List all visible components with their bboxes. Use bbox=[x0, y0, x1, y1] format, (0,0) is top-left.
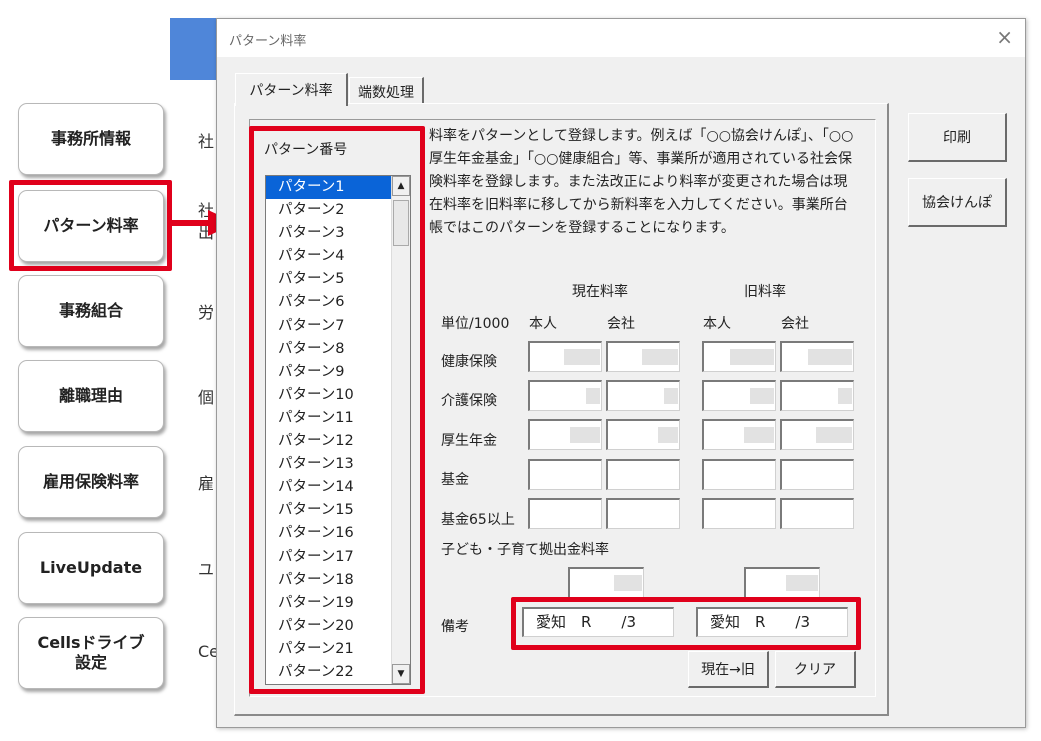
company-old-header: 会社 bbox=[781, 316, 809, 332]
employment-insurance-rate-label: 雇用保険料率 bbox=[42, 472, 139, 491]
health-current-company-field[interactable] bbox=[606, 341, 680, 372]
kyokai-kenpo-button[interactable]: 協会けんぽ bbox=[908, 178, 1007, 227]
close-icon[interactable]: × bbox=[996, 25, 1013, 49]
description-text: 料率をパターンとして登録します。例えば「○○協会けんぽ」、「○○厚生年金基金」「… bbox=[429, 128, 854, 236]
pension-old-person-field[interactable] bbox=[702, 419, 776, 450]
move-to-old-button[interactable]: 現在→旧 bbox=[688, 651, 769, 688]
child-contribution-old-field[interactable] bbox=[744, 567, 820, 598]
person-old-header: 本人 bbox=[703, 316, 731, 332]
care-old-person-field[interactable] bbox=[702, 380, 776, 411]
liveupdate-label: LiveUpdate bbox=[39, 558, 143, 577]
employment-insurance-rate-button[interactable]: 雇用保険料率 bbox=[18, 446, 164, 518]
fund-current-company-field[interactable] bbox=[606, 459, 680, 490]
separation-reason-desc: 個 bbox=[198, 388, 215, 407]
liveupdate-button[interactable]: LiveUpdate bbox=[18, 532, 164, 604]
pension-current-company-field[interactable] bbox=[606, 419, 680, 450]
row-label-pension: 厚生年金 bbox=[441, 433, 497, 449]
care-current-company-field[interactable] bbox=[606, 380, 680, 411]
fund65-old-person-field[interactable] bbox=[702, 498, 776, 529]
pension-old-company-field[interactable] bbox=[780, 419, 854, 450]
office-info-label: 事務所情報 bbox=[50, 129, 131, 148]
company-header: 会社 bbox=[607, 316, 635, 332]
fund65-old-company-field[interactable] bbox=[780, 498, 854, 529]
office-union-button[interactable]: 事務組合 bbox=[18, 275, 164, 347]
liveupdate-desc: ユ bbox=[198, 560, 215, 579]
highlight-frame-pattern-list bbox=[249, 126, 425, 694]
health-old-company-field[interactable] bbox=[780, 341, 854, 372]
separation-reason-label: 離職理由 bbox=[58, 386, 123, 405]
cells-drive-settings-label: Cellsドライブ 設定 bbox=[37, 633, 145, 672]
fund-current-person-field[interactable] bbox=[528, 459, 602, 490]
separation-reason-button[interactable]: 離職理由 bbox=[18, 360, 164, 432]
office-info-button[interactable]: 事務所情報 bbox=[18, 103, 164, 175]
fund65-current-company-field[interactable] bbox=[606, 498, 680, 529]
tab-rounding[interactable]: 端数処理 bbox=[349, 77, 424, 106]
row-label-care: 介護保険 bbox=[441, 393, 497, 409]
current-rate-header: 現在料率 bbox=[572, 284, 628, 300]
row-label-health: 健康保険 bbox=[441, 354, 497, 370]
print-button[interactable]: 印刷 bbox=[908, 113, 1007, 162]
row-label-fund: 基金 bbox=[441, 472, 469, 488]
highlight-frame-sidebar bbox=[9, 180, 172, 271]
person-header: 本人 bbox=[529, 316, 557, 332]
health-current-person-field[interactable] bbox=[528, 341, 602, 372]
office-union-label: 事務組合 bbox=[58, 301, 123, 320]
pension-current-person-field[interactable] bbox=[528, 419, 602, 450]
health-old-person-field[interactable] bbox=[702, 341, 776, 372]
dialog-titlebar: パターン料率 × bbox=[217, 19, 1025, 57]
fund-old-person-field[interactable] bbox=[702, 459, 776, 490]
row-label-fund65: 基金65以上 bbox=[441, 512, 515, 528]
old-rate-header: 旧料率 bbox=[744, 284, 786, 300]
tab-pattern-rate[interactable]: パターン料率 bbox=[235, 73, 348, 106]
unit-label: 単位/1000 bbox=[441, 316, 510, 332]
cells-drive-settings-button[interactable]: Cellsドライブ 設定 bbox=[18, 617, 164, 689]
dialog-title: パターン料率 bbox=[229, 34, 307, 49]
office-info-desc: 社 bbox=[198, 132, 215, 151]
memo-label: 備考 bbox=[441, 619, 469, 635]
highlight-frame-memo bbox=[511, 597, 861, 650]
fund65-current-person-field[interactable] bbox=[528, 498, 602, 529]
care-old-company-field[interactable] bbox=[780, 380, 854, 411]
care-current-person-field[interactable] bbox=[528, 380, 602, 411]
fund-old-company-field[interactable] bbox=[780, 459, 854, 490]
employment-insurance-rate-desc: 雇 bbox=[198, 474, 215, 493]
clear-button[interactable]: クリア bbox=[775, 651, 856, 688]
child-contribution-label: 子ども・子育て拠出金料率 bbox=[441, 542, 609, 558]
child-contribution-current-field[interactable] bbox=[568, 567, 644, 598]
office-union-desc: 労 bbox=[198, 303, 215, 322]
